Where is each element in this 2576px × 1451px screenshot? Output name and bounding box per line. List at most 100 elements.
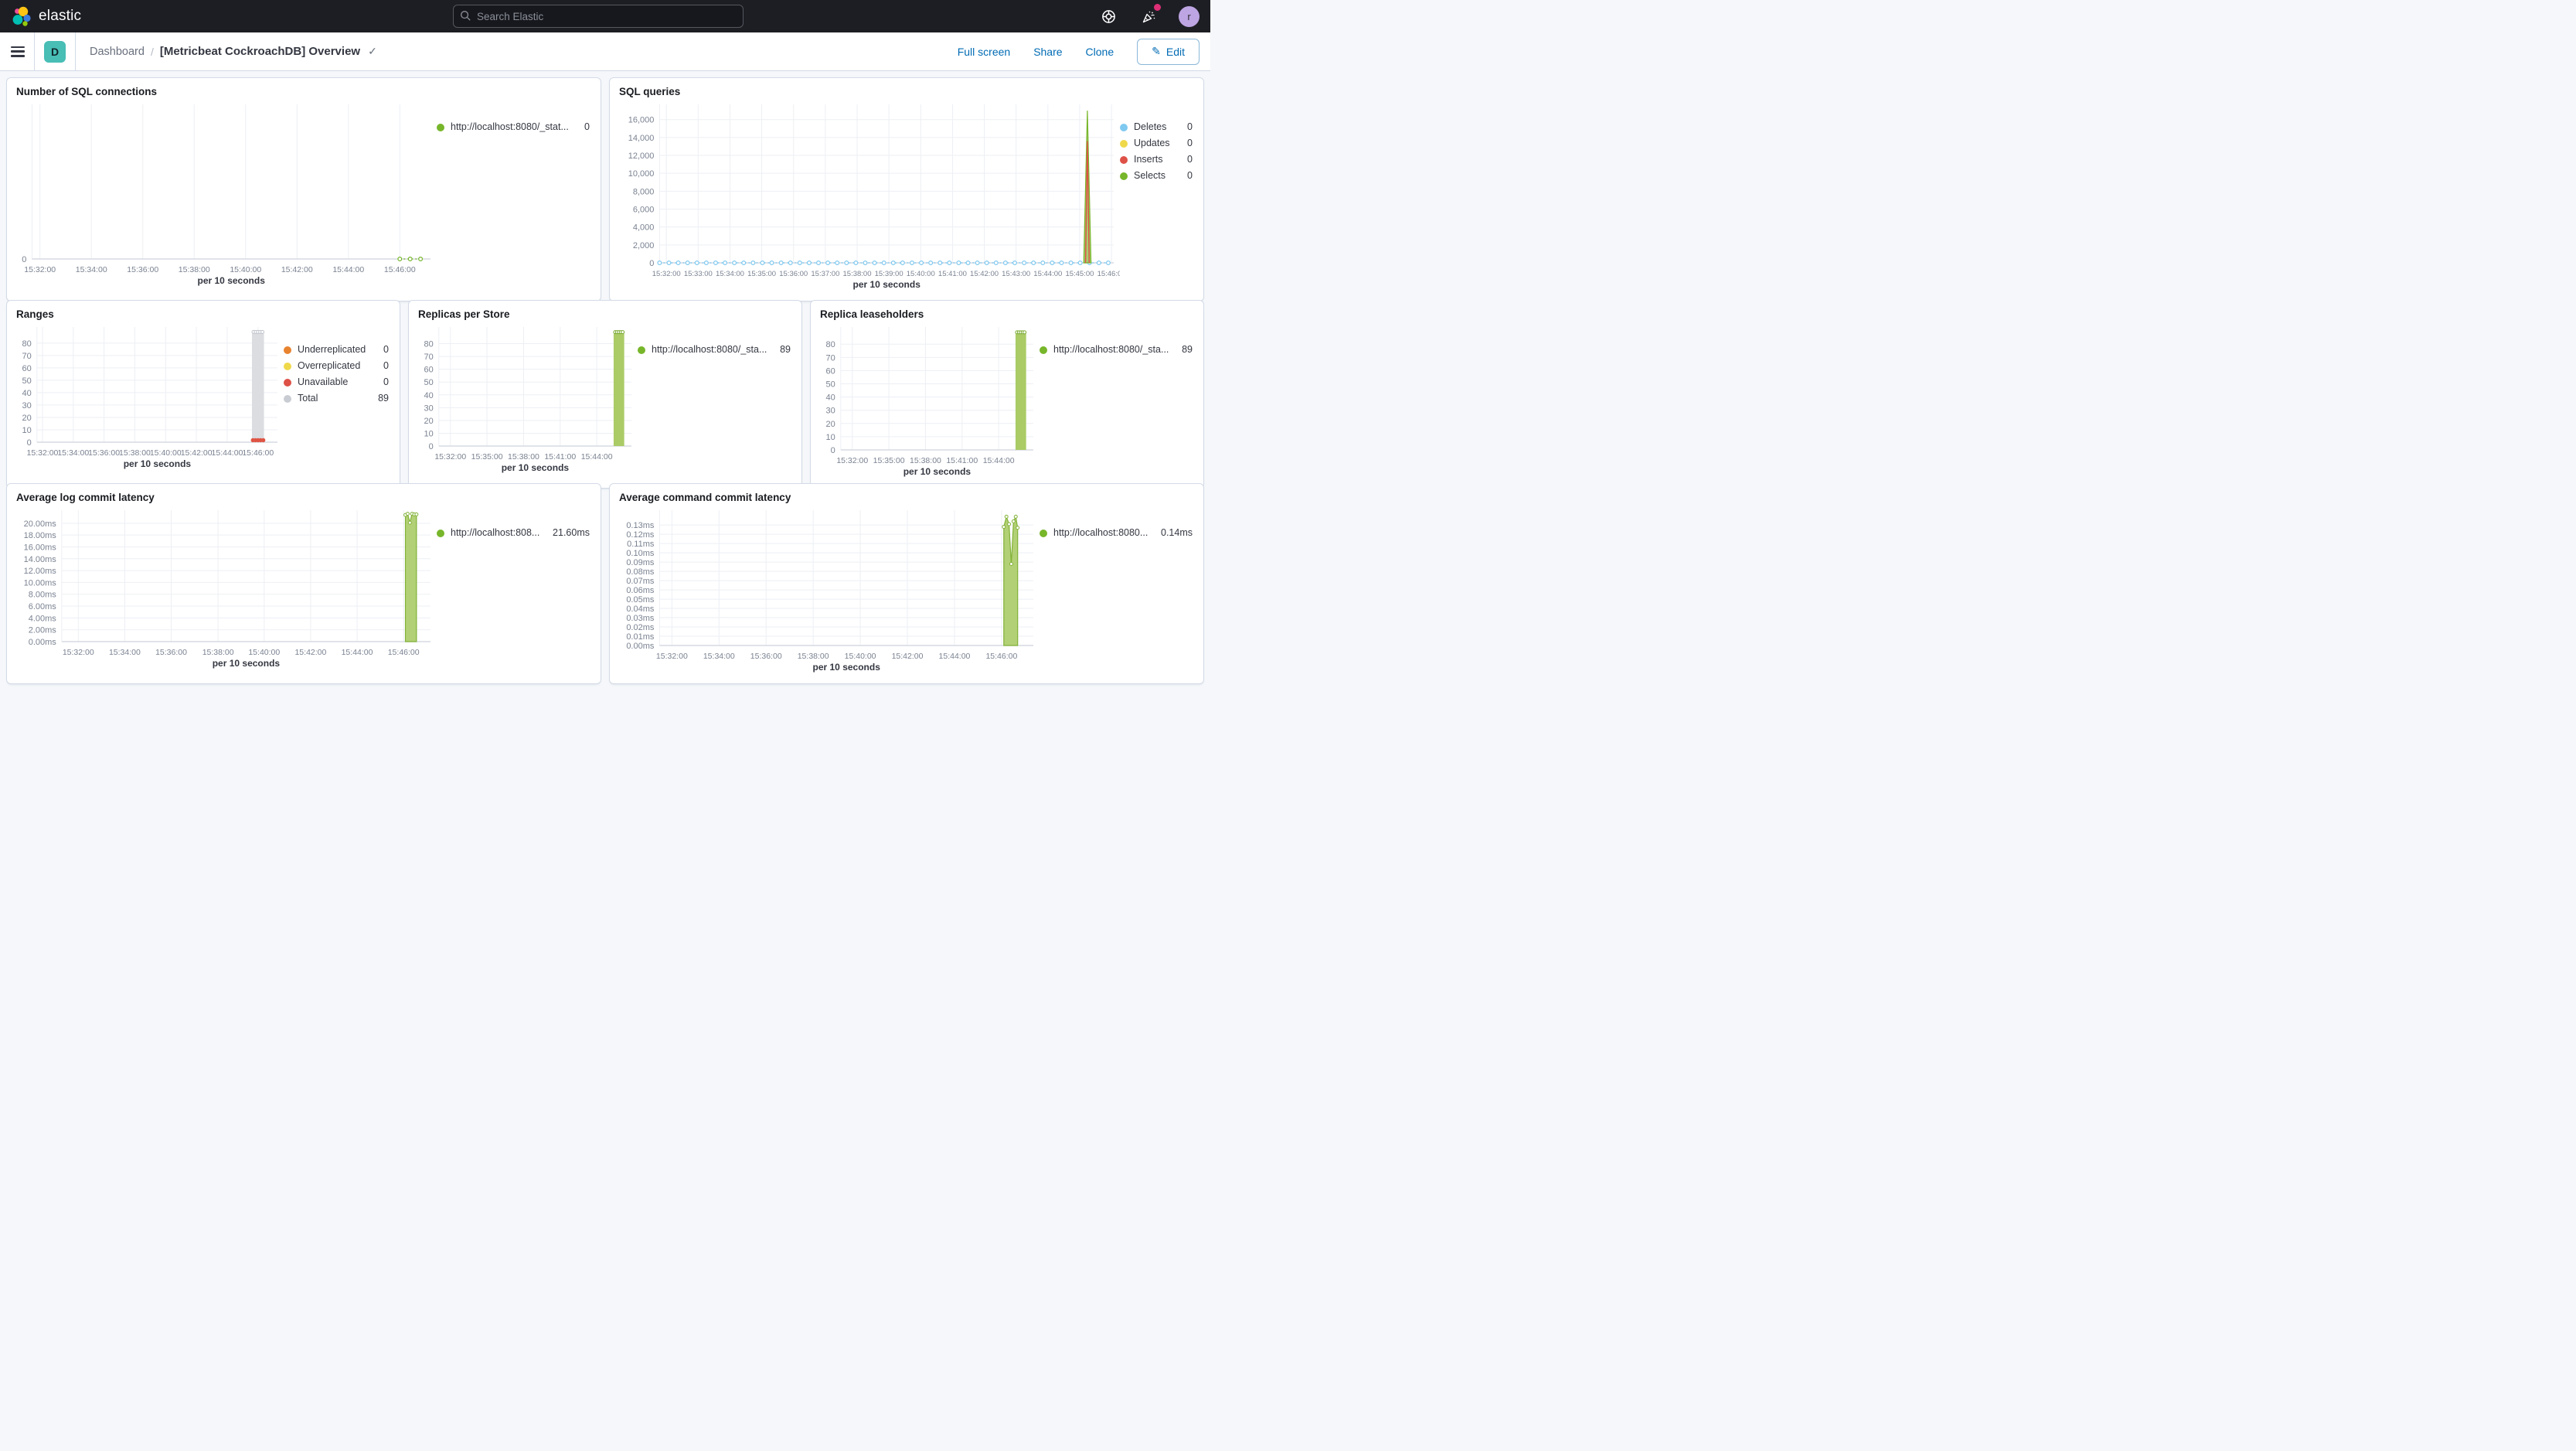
svg-text:0.03ms: 0.03ms (626, 614, 655, 623)
svg-text:15:44:00: 15:44:00 (581, 452, 613, 462)
svg-text:15:32:00: 15:32:00 (27, 448, 59, 458)
svg-text:15:32:00: 15:32:00 (24, 265, 56, 274)
panel-average-command-commit-latency: Average command commit latency 15:32:00 1… (609, 483, 1204, 684)
legend-value: 89 (1182, 344, 1193, 355)
legend-item[interactable]: Selects 0 (1120, 170, 1193, 182)
full-screen-button[interactable]: Full screen (958, 46, 1010, 58)
legend-item[interactable]: Underreplicated 0 (284, 344, 389, 356)
page-title: [Metricbeat CockroachDB] Overview (159, 45, 361, 58)
legend-item[interactable]: Overreplicated 0 (284, 360, 389, 372)
breadcrumb-dashboard[interactable]: Dashboard (90, 46, 145, 58)
svg-text:15:32:00: 15:32:00 (656, 652, 688, 661)
svg-text:30: 30 (826, 407, 835, 416)
svg-text:6,000: 6,000 (633, 206, 655, 215)
legend-value: 0 (1187, 121, 1193, 132)
svg-text:12,000: 12,000 (628, 152, 655, 161)
legend-item[interactable]: http://localhost:8080/_stat... 0 (437, 121, 590, 133)
edit-button-label: Edit (1165, 45, 1185, 58)
legend-item[interactable]: Total 89 (284, 393, 389, 404)
legend-value: 89 (780, 344, 791, 355)
legend-color-dot (437, 123, 444, 131)
legend-label: Updates (1134, 138, 1170, 148)
edit-button[interactable]: ✎ Edit (1137, 38, 1200, 65)
svg-text:15:40:00: 15:40:00 (248, 648, 280, 657)
svg-text:20.00ms: 20.00ms (24, 519, 57, 529)
chart-canvas[interactable]: 15:32:00 15:35:00 15:38:00 15:41:00 15:44:00… (820, 321, 1040, 483)
chart-legend: Deletes 0 Updates 0 Inserts 0 Selects 0 (1120, 121, 1194, 296)
elastic-logo[interactable]: elastic (11, 5, 81, 27)
legend-value: 21.60ms (553, 527, 590, 538)
svg-text:40: 40 (424, 391, 434, 400)
svg-text:15:38:00: 15:38:00 (798, 652, 829, 661)
svg-text:15:42:00: 15:42:00 (281, 265, 313, 274)
legend-label: http://localhost:8080... (1053, 527, 1148, 538)
legend-item[interactable]: Unavailable 0 (284, 376, 389, 388)
legend-label: Inserts (1134, 154, 1163, 165)
svg-text:15:34:00: 15:34:00 (76, 265, 107, 274)
svg-text:2.00ms: 2.00ms (29, 626, 57, 635)
navigation-bar: D Dashboard / [Metricbeat CockroachDB] O… (0, 32, 1210, 71)
user-avatar[interactable]: r (1179, 5, 1200, 27)
panel-title: Average command commit latency (619, 492, 791, 503)
svg-text:60: 60 (826, 366, 835, 376)
global-search (453, 5, 744, 28)
chart-legend: http://localhost:8080... 0.14ms (1040, 527, 1194, 679)
chart-legend: http://localhost:808... 21.60ms (437, 527, 591, 679)
legend-item[interactable]: Inserts 0 (1120, 154, 1193, 165)
chart-legend: http://localhost:8080/_stat... 0 (437, 121, 591, 296)
svg-text:15:35:00: 15:35:00 (471, 452, 503, 462)
chart-canvas[interactable]: 15:32:00 15:34:00 15:36:00 15:38:00 15:40:00… (16, 98, 437, 296)
svg-text:15:46:00: 15:46:00 (1097, 270, 1120, 278)
legend-label: http://localhost:808... (451, 527, 540, 538)
svg-text:0.00ms: 0.00ms (29, 638, 57, 647)
legend-color-dot (1120, 123, 1128, 131)
svg-text:0.12ms: 0.12ms (626, 530, 655, 540)
search-icon (461, 11, 471, 21)
legend-item[interactable]: http://localhost:8080/_sta... 89 (638, 344, 791, 356)
legend-label: http://localhost:8080/_sta... (652, 344, 767, 355)
legend-value: 89 (378, 393, 389, 404)
svg-text:50: 50 (22, 376, 32, 386)
svg-text:15:46:00: 15:46:00 (985, 652, 1017, 661)
svg-text:15:44:00: 15:44:00 (212, 448, 243, 458)
panel-title: Average log commit latency (16, 492, 155, 503)
svg-text:15:36:00: 15:36:00 (779, 270, 808, 278)
legend-color-dot (1120, 155, 1128, 164)
svg-text:15:42:00: 15:42:00 (294, 648, 326, 657)
help-button[interactable] (1098, 6, 1118, 26)
svg-text:15:44:00: 15:44:00 (1033, 270, 1062, 278)
svg-text:15:39:00: 15:39:00 (875, 270, 903, 278)
svg-text:15:41:00: 15:41:00 (938, 270, 967, 278)
svg-text:per 10 seconds: per 10 seconds (813, 662, 881, 673)
chart-canvas[interactable]: 15:32:00 15:35:00 15:38:00 15:41:00 15:44:00… (418, 321, 638, 483)
legend-item[interactable]: Deletes 0 (1120, 121, 1193, 133)
clone-button[interactable]: Clone (1086, 46, 1114, 58)
check-icon[interactable]: ✓ (368, 45, 377, 58)
svg-text:8,000: 8,000 (633, 187, 655, 196)
share-button[interactable]: Share (1033, 46, 1062, 58)
svg-text:0.09ms: 0.09ms (626, 558, 655, 567)
pencil-icon: ✎ (1152, 45, 1161, 57)
chart-canvas[interactable]: 15:32:00 15:33:00 15:34:00 15:35:00 15:36:00… (619, 98, 1126, 296)
legend-item[interactable]: http://localhost:808... 21.60ms (437, 527, 590, 539)
svg-text:60: 60 (22, 364, 32, 373)
legend-label: Selects (1134, 170, 1165, 181)
menu-button[interactable] (11, 46, 25, 57)
legend-item[interactable]: http://localhost:8080/_sta... 89 (1040, 344, 1193, 356)
legend-color-dot (1120, 139, 1128, 148)
legend-label: Overreplicated (298, 360, 361, 371)
dashboard-content: Number of SQL connections 15:32:00 15:34:… (0, 71, 1210, 684)
space-badge[interactable]: D (44, 40, 66, 63)
panel-title: Replica leaseholders (820, 308, 924, 320)
chart-canvas[interactable]: 15:32:00 15:34:00 15:36:00 15:38:00 15:40:00… (16, 321, 284, 483)
panel-title: SQL queries (619, 86, 681, 97)
chart-canvas[interactable]: 15:32:00 15:34:00 15:36:00 15:38:00 15:40:00… (619, 504, 1040, 679)
newsfeed-button[interactable] (1138, 4, 1161, 26)
search-input[interactable] (453, 5, 744, 28)
svg-text:15:34:00: 15:34:00 (57, 448, 89, 458)
chart-canvas[interactable]: 15:32:00 15:34:00 15:36:00 15:38:00 15:40:00… (16, 504, 437, 679)
legend-item[interactable]: http://localhost:8080... 0.14ms (1040, 527, 1193, 539)
legend-item[interactable]: Updates 0 (1120, 138, 1193, 149)
svg-text:10: 10 (826, 433, 835, 442)
life-ring-icon (1101, 9, 1115, 23)
